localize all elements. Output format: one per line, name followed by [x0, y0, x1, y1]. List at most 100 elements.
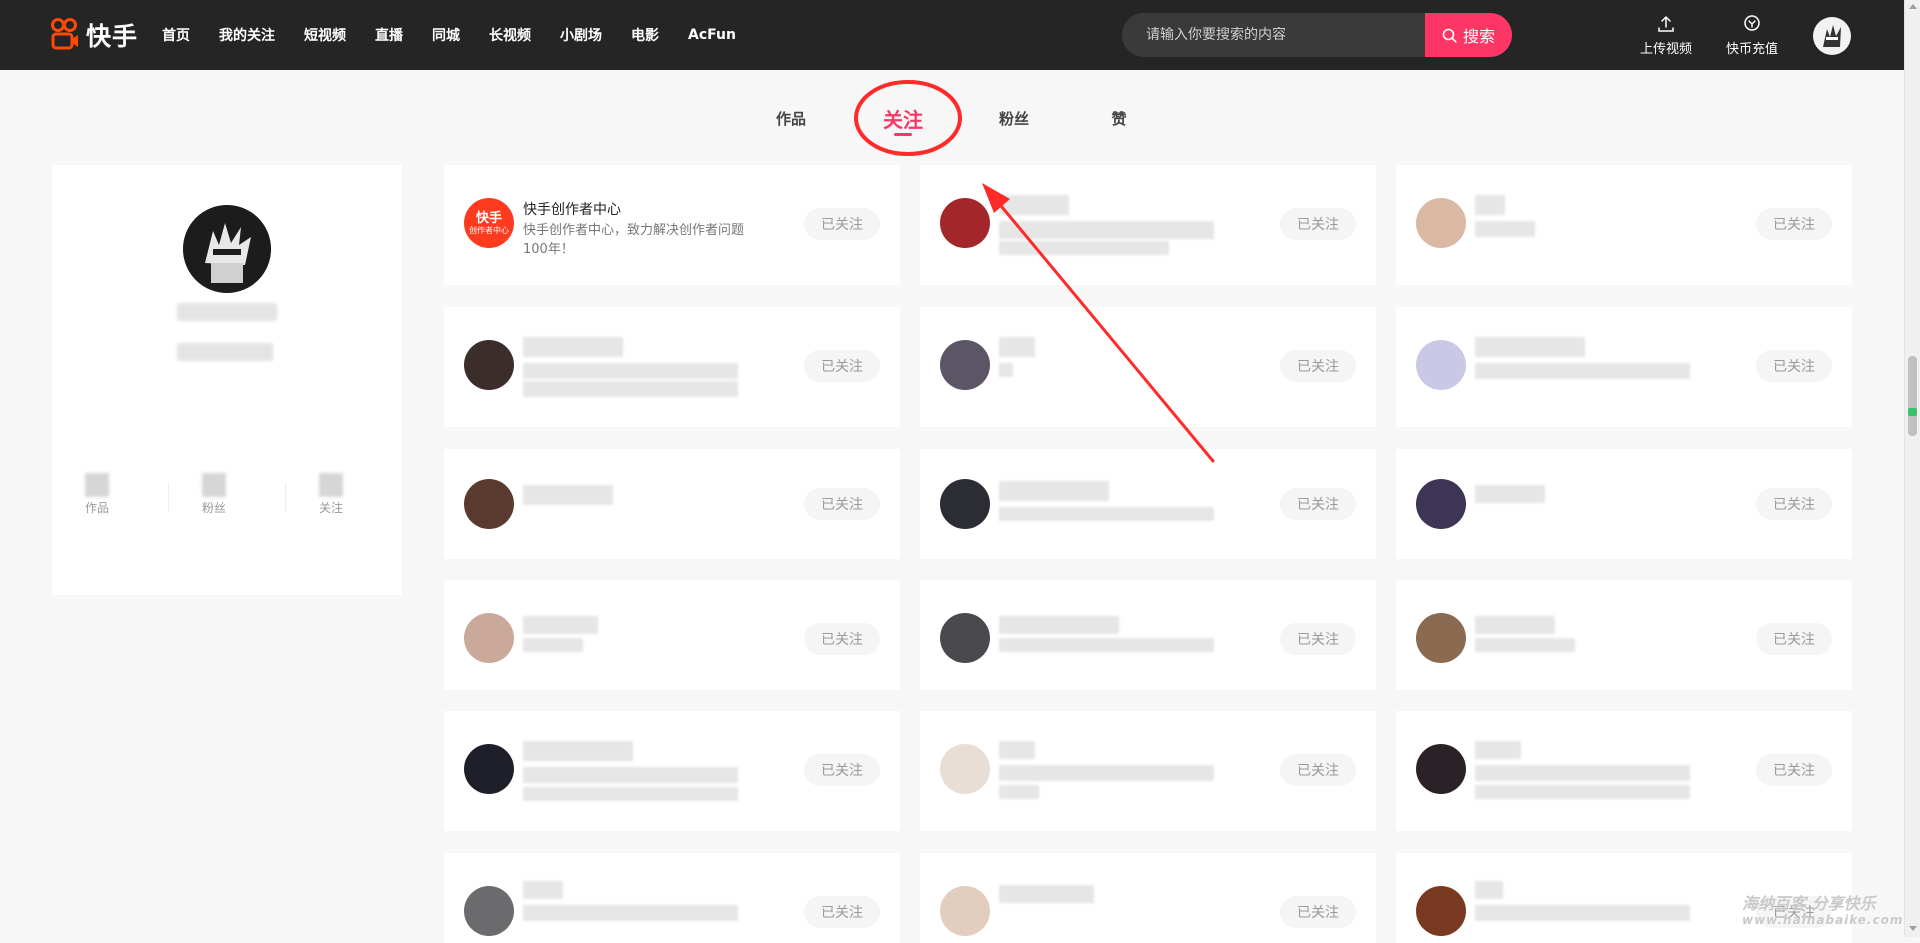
nav-short-video[interactable]: 短视频	[304, 25, 346, 45]
search-button[interactable]: 搜索	[1425, 13, 1512, 57]
search-button-label: 搜索	[1462, 27, 1495, 46]
followed-button[interactable]: 已关注	[1756, 754, 1832, 786]
profile-name-redacted	[177, 303, 277, 321]
following-avatar	[940, 479, 990, 529]
watermark-title: 海纳百客 分享快乐	[1742, 894, 1876, 913]
creator-center-avatar: 快手 创作者中心	[464, 198, 514, 248]
avatar-image	[1823, 25, 1841, 47]
following-card[interactable]: 已关注	[920, 711, 1376, 831]
following-avatar	[940, 886, 990, 936]
scroll-down-arrow[interactable]	[1909, 926, 1917, 931]
kuaishou-logo[interactable]: 快手	[50, 17, 138, 53]
kuaishou-logo-icon	[51, 18, 78, 50]
nav-live[interactable]: 直播	[375, 25, 403, 45]
followed-button[interactable]: 已关注	[1280, 350, 1356, 382]
followed-button[interactable]: 已关注	[804, 623, 880, 655]
stat-fans[interactable]: 粉丝	[174, 473, 254, 516]
scroll-thumb[interactable]	[1908, 356, 1917, 436]
nav-acfun[interactable]: AcFun	[688, 27, 736, 43]
stat-divider	[285, 483, 286, 513]
followed-button[interactable]: 已关注	[804, 754, 880, 786]
stat-works-count-redacted	[85, 473, 109, 497]
followed-button[interactable]: 已关注	[804, 488, 880, 520]
stat-works[interactable]: 作品	[57, 473, 137, 516]
following-card[interactable]: 已关注	[920, 449, 1376, 559]
page-scrollbar[interactable]	[1904, 0, 1920, 937]
upload-icon	[1658, 16, 1674, 32]
followed-button[interactable]: 已关注	[1280, 488, 1356, 520]
following-card[interactable]: 已关注	[444, 307, 900, 427]
profile-avatar-image	[183, 205, 271, 293]
scroll-up-arrow[interactable]	[1909, 4, 1917, 9]
stat-fans-count-redacted	[202, 473, 226, 497]
following-avatar	[1416, 340, 1466, 390]
following-avatar	[464, 479, 514, 529]
following-card[interactable]: 已关注	[1396, 307, 1852, 427]
user-avatar[interactable]	[1813, 17, 1851, 55]
following-card[interactable]: 已关注	[444, 449, 900, 559]
logo-text: 快手	[86, 22, 139, 51]
following-card[interactable]: 快手 创作者中心 快手创作者中心 快手创作者中心，致力解决创作者问题100年！ …	[444, 165, 900, 285]
avatar-badge-bottom: 创作者中心	[469, 225, 509, 235]
following-avatar	[464, 744, 514, 794]
following-avatar	[1416, 479, 1466, 529]
profile-card: 作品 粉丝 关注	[52, 165, 402, 595]
followed-button[interactable]: 已关注	[804, 350, 880, 382]
following-card[interactable]: 已关注	[1396, 580, 1852, 690]
followed-button[interactable]: 已关注	[1756, 623, 1832, 655]
following-card[interactable]: 已关注	[1396, 165, 1852, 285]
following-avatar	[1416, 198, 1466, 248]
search-box: 搜索	[1122, 13, 1512, 57]
following-card[interactable]: 已关注	[1396, 449, 1852, 559]
annotation-circle	[854, 80, 962, 156]
following-card[interactable]: 已关注	[920, 165, 1376, 285]
following-avatar	[940, 613, 990, 663]
following-avatar	[1416, 613, 1466, 663]
nav-mini-theater[interactable]: 小剧场	[560, 25, 602, 45]
nav-long-video[interactable]: 长视频	[489, 25, 531, 45]
followed-button[interactable]: 已关注	[804, 896, 880, 928]
coin-recharge-label: 快币充值	[1725, 42, 1778, 57]
profile-id-redacted	[177, 343, 273, 361]
tab-fans[interactable]: 粉丝	[999, 108, 1029, 129]
following-card[interactable]: 已关注	[920, 580, 1376, 690]
following-card[interactable]: 已关注	[1396, 711, 1852, 831]
stat-fans-label: 粉丝	[201, 501, 226, 515]
nav-nearby[interactable]: 同城	[432, 25, 460, 45]
search-icon	[1442, 28, 1457, 43]
coin-icon	[1744, 15, 1760, 31]
search-input[interactable]	[1122, 13, 1448, 57]
followed-button[interactable]: 已关注	[804, 208, 880, 240]
nav-movie[interactable]: 电影	[631, 25, 659, 45]
following-avatar	[940, 744, 990, 794]
nav-my-follows[interactable]: 我的关注	[219, 25, 275, 45]
following-desc: 快手创作者中心，致力解决创作者问题100年！	[523, 223, 745, 257]
following-avatar	[940, 340, 990, 390]
nav-home[interactable]: 首页	[162, 25, 190, 45]
followed-button[interactable]: 已关注	[1756, 350, 1832, 382]
tab-likes[interactable]: 赞	[1111, 108, 1126, 129]
following-card[interactable]: 已关注	[444, 711, 900, 831]
following-card[interactable]: 已关注	[920, 307, 1376, 427]
watermark-url: www.hainabaike.com	[1742, 913, 1904, 927]
following-card[interactable]: 已关注	[444, 853, 900, 943]
tab-works[interactable]: 作品	[776, 108, 806, 129]
following-card[interactable]: 已关注	[920, 853, 1376, 943]
stat-works-label: 作品	[84, 501, 109, 515]
coin-recharge-button[interactable]: 快币充值	[1712, 14, 1792, 57]
followed-button[interactable]: 已关注	[1756, 208, 1832, 240]
following-name[interactable]: 快手创作者中心	[523, 199, 621, 219]
stat-following[interactable]: 关注	[291, 473, 371, 516]
followed-button[interactable]: 已关注	[1280, 896, 1356, 928]
top-navbar: 快手 首页 我的关注 短视频 直播 同城 长视频 小剧场 电影 AcFun 搜索…	[0, 0, 1920, 70]
followed-button[interactable]: 已关注	[1280, 208, 1356, 240]
following-avatar	[464, 886, 514, 936]
following-avatar	[1416, 744, 1466, 794]
followed-button[interactable]: 已关注	[1280, 623, 1356, 655]
following-avatar	[940, 198, 990, 248]
scroll-position-marker	[1908, 408, 1917, 416]
followed-button[interactable]: 已关注	[1280, 754, 1356, 786]
followed-button[interactable]: 已关注	[1756, 488, 1832, 520]
upload-video-button[interactable]: 上传视频	[1626, 14, 1706, 57]
following-card[interactable]: 已关注	[444, 580, 900, 690]
